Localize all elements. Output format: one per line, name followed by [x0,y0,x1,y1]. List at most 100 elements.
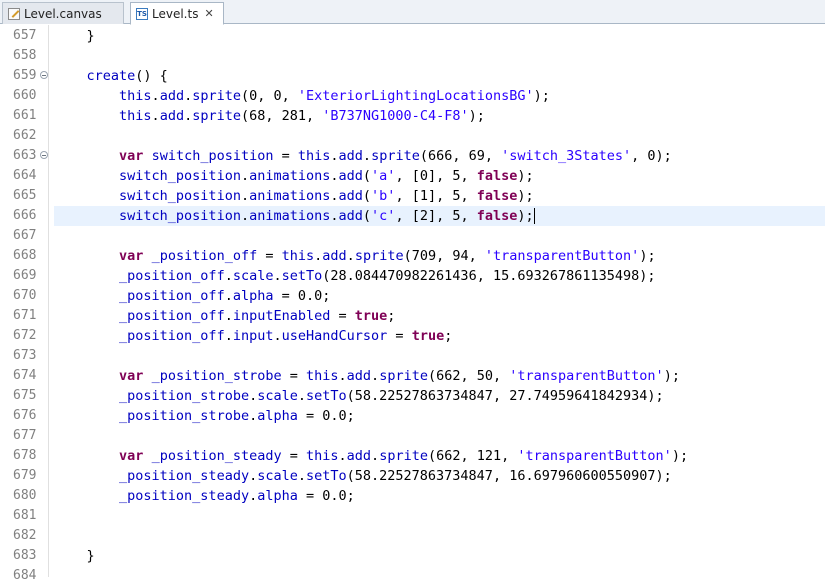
code-line[interactable]: 659 create() { [0,66,825,86]
code-token: ); [533,88,550,104]
line-number: 665 [13,188,37,203]
code-token: ); [517,188,534,204]
line-number: 676 [13,408,37,423]
code-token: (0, 0, [241,88,298,104]
code-token: . [338,448,347,464]
code-token: = [330,308,355,324]
line-number: 673 [13,348,37,363]
line-number: 662 [13,128,37,143]
code-line[interactable]: 674 var _position_strobe = this.add.spri… [0,366,825,386]
code-line[interactable]: 662 [0,126,825,146]
code-line[interactable]: 679 _position_steady.scale.setTo(58.2252… [0,466,825,486]
code-line[interactable]: 675 _position_strobe.scale.setTo(58.2252… [0,386,825,406]
code-token: (662, 50, [427,368,510,384]
code-line[interactable]: 670 _position_off.alpha = 0.0; [0,286,825,306]
code-line[interactable]: 682 [0,526,825,546]
code-token: add [346,448,372,464]
code-token: _position_off [119,308,225,324]
code-token: false [476,188,518,204]
code-token: add [338,208,363,224]
code-token: . [249,488,258,504]
code-token: 'c' [371,208,396,224]
code-token: false [476,208,518,224]
code-line[interactable]: 683 } [0,546,825,566]
code-token: var [119,448,144,464]
code-line[interactable]: 663 var switch_position = this.add.sprit… [0,146,825,166]
tab-level-ts[interactable]: TS Level.ts ✕ [130,2,224,25]
code-token: 'ExteriorLightingLocationsBG' [297,88,534,104]
fold-collapse-icon[interactable] [40,71,48,79]
code-token: add [159,88,185,104]
code-token: add [322,248,347,264]
code-token: this [281,248,315,264]
line-number: 678 [13,448,37,463]
line-number: 657 [13,28,37,43]
code-token: _position_off [119,328,225,344]
code-token: _position_off [119,268,225,284]
code-token: (58.22527863734847, 27.74959641842934); [346,388,664,404]
code-line[interactable]: 664 switch_position.animations.add('a', … [0,166,825,186]
code-token: _position_steady [119,488,250,504]
line-number: 677 [13,428,37,443]
code-token: . [371,368,380,384]
code-text: var switch_position = this.add.sprite(66… [54,146,672,166]
code-token: ); [517,168,534,184]
code-token: . [297,388,306,404]
code-line[interactable]: 680 _position_steady.alpha = 0.0; [0,486,825,506]
code-token: add [338,188,363,204]
code-line[interactable]: 672 _position_off.input.useHandCursor = … [0,326,825,346]
code-text: var _position_off = this.add.sprite(709,… [54,246,656,266]
code-text: _position_steady.alpha = 0.0; [54,486,355,506]
line-number: 681 [13,508,37,523]
code-line[interactable]: 657 } [0,26,825,46]
code-line[interactable]: 676 _position_strobe.alpha = 0.0; [0,406,825,426]
code-line[interactable]: 671 _position_off.inputEnabled = true; [0,306,825,326]
code-token: switch_position [119,188,241,204]
fold-collapse-icon[interactable] [40,151,48,159]
code-editor[interactable]: 657 } 658 659 create() {660 this.add.sprit… [0,25,825,583]
code-line[interactable]: 673 [0,346,825,366]
code-line[interactable]: 684 [0,566,825,586]
code-line[interactable]: 677 [0,426,825,446]
code-token: switch_position [119,208,241,224]
code-token: _position_strobe [119,408,250,424]
code-line[interactable]: 661 this.add.sprite(68, 281, 'B737NG1000… [0,106,825,126]
tab-level-canvas[interactable]: Level.canvas [2,2,124,24]
close-icon[interactable]: ✕ [204,7,213,20]
code-line[interactable]: 660 this.add.sprite(0, 0, 'ExteriorLight… [0,86,825,106]
code-line[interactable]: 668 var _position_off = this.add.sprite(… [0,246,825,266]
code-text: _position_strobe.scale.setTo(58.22527863… [54,386,664,406]
code-token: _position_steady [151,448,282,464]
code-token: this [119,88,152,104]
code-token: animations [249,208,331,224]
code-line[interactable]: 681 [0,506,825,526]
code-line[interactable]: 666 switch_position.animations.add('c', … [13,206,825,226]
code-token: setTo [306,468,347,484]
code-line[interactable]: 667 [0,226,825,246]
line-number: 666 [13,208,37,223]
code-token: , [1], 5, [395,188,477,204]
code-token: . [224,268,233,284]
code-token: = [273,148,298,164]
code-token: sprite [192,108,241,124]
code-token: 'b' [371,188,396,204]
code-text: switch_position.animations.add('c', [2],… [54,206,535,226]
code-token: var [119,368,144,384]
code-line[interactable]: 669 _position_off.scale.setTo(28.0844709… [0,266,825,286]
code-line[interactable]: 678 var _position_steady = this.add.spri… [0,446,825,466]
code-line[interactable]: 665 switch_position.animations.add('b', … [0,186,825,206]
code-text: _position_off.inputEnabled = true; [54,306,395,326]
code-token: _position_off [151,248,258,264]
line-number: 663 [13,148,37,163]
code-token: setTo [306,388,347,404]
code-token: (709, 94, [403,248,485,264]
code-token: () { [135,68,168,84]
code-token: } [54,28,95,44]
code-line[interactable]: 658 [0,46,825,66]
code-token: _position_steady [119,468,250,484]
code-token: (28.084470982261436, 15.693267861135498)… [322,268,656,284]
